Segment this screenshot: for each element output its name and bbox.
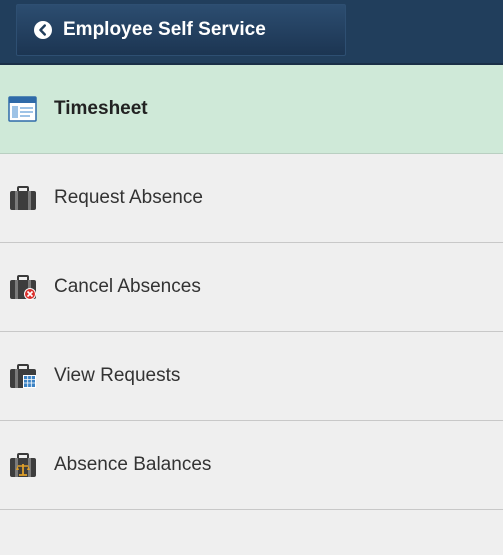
menu-item-label: View Requests — [54, 365, 181, 386]
chevron-left-circle-icon — [34, 21, 52, 39]
briefcase-cancel-icon — [10, 275, 36, 300]
menu-item-cancel-absences[interactable]: Cancel Absences — [0, 243, 503, 332]
navigation-header: Employee Self Service — [0, 0, 503, 65]
menu-item-request-absence[interactable]: Request Absence — [0, 154, 503, 243]
menu-item-label: Absence Balances — [54, 454, 212, 475]
menu-item-absence-balances[interactable]: Absence Balances — [0, 421, 503, 510]
menu-item-label: Request Absence — [54, 187, 203, 208]
menu-item-timesheet[interactable]: Timesheet — [0, 65, 503, 154]
briefcase-calendar-icon — [10, 364, 36, 388]
menu-list: Timesheet Request Absence Cancel Absence… — [0, 65, 503, 510]
back-button-label: Employee Self Service — [63, 19, 266, 40]
menu-item-label: Timesheet — [54, 98, 148, 119]
back-button[interactable]: Employee Self Service — [16, 4, 346, 56]
briefcase-balance-icon — [10, 453, 36, 477]
menu-item-view-requests[interactable]: View Requests — [0, 332, 503, 421]
timesheet-window-icon — [8, 96, 37, 122]
briefcase-icon — [10, 186, 36, 210]
menu-item-label: Cancel Absences — [54, 276, 201, 297]
